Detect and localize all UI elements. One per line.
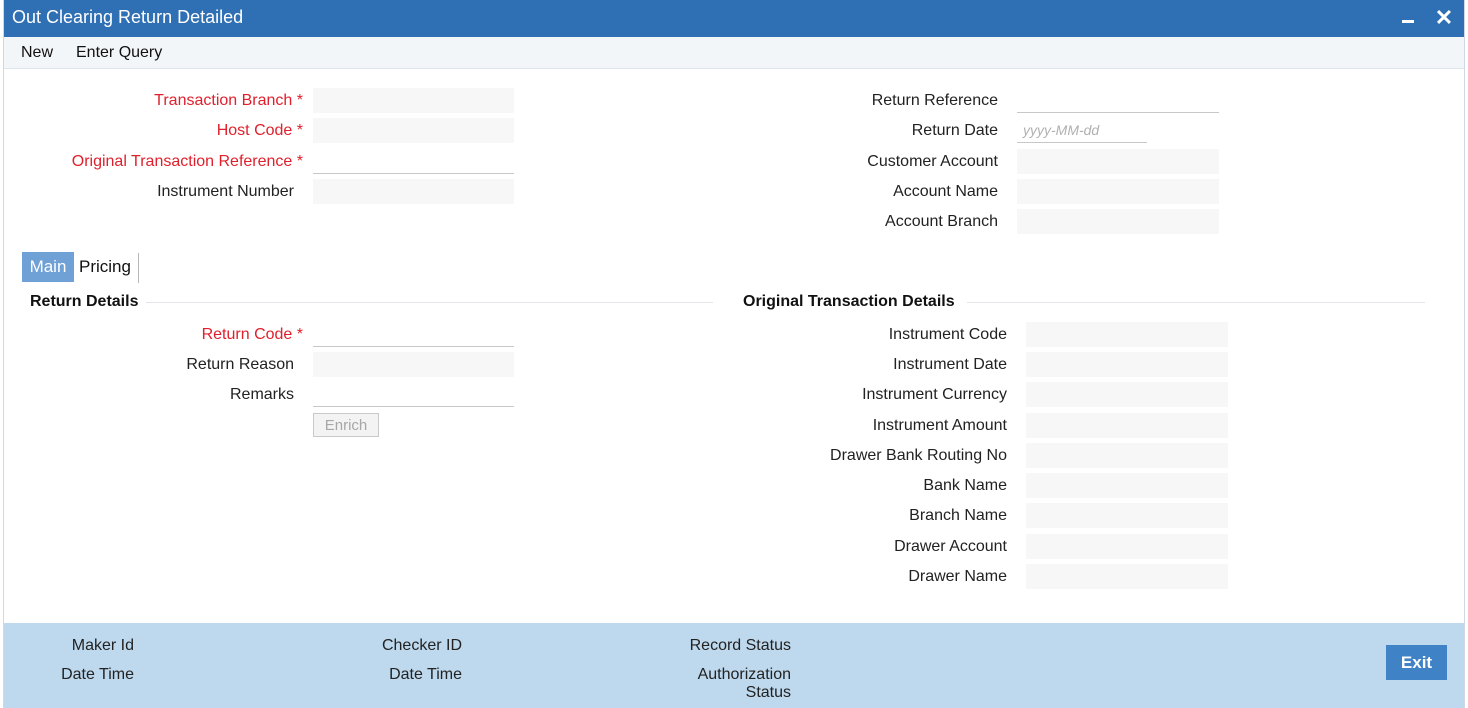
transaction-branch-label: Transaction Branch * <box>154 92 303 109</box>
return-details-divider <box>146 302 713 303</box>
minimize-icon[interactable] <box>1396 5 1420 31</box>
return-reason-label: Return Reason <box>186 356 294 373</box>
instrument-number-label: Instrument Number <box>157 183 294 200</box>
drawer-name-label: Drawer Name <box>908 568 1007 585</box>
checker-date-time-label: Date Time <box>389 666 462 683</box>
instrument-currency-label: Instrument Currency <box>862 386 1007 403</box>
instrument-number-field[interactable] <box>313 179 514 204</box>
authorization-status-label-line2: Status <box>745 684 791 701</box>
return-code-label: Return Code * <box>201 326 303 343</box>
account-name-field[interactable] <box>1017 179 1219 204</box>
customer-account-field[interactable] <box>1017 149 1219 174</box>
remarks-label: Remarks <box>229 386 294 403</box>
return-reason-field[interactable] <box>313 352 514 377</box>
authorization-status-label-line1: Authorization <box>697 666 791 683</box>
audit-footer: Maker Id Date Time Checker ID Date Time … <box>4 623 1464 708</box>
instrument-currency-field[interactable] <box>1026 382 1228 407</box>
instrument-amount-label: Instrument Amount <box>872 417 1007 434</box>
return-date-label: Return Date <box>911 122 998 139</box>
remarks-field[interactable] <box>313 382 514 407</box>
main-window: Out Clearing Return Detailed ✕ New Enter… <box>3 0 1465 708</box>
host-code-field[interactable] <box>313 118 514 143</box>
account-branch-field[interactable] <box>1017 209 1219 234</box>
host-code-label: Host Code * <box>216 122 303 139</box>
exit-button[interactable]: Exit <box>1386 645 1447 680</box>
instrument-amount-field[interactable] <box>1026 413 1228 438</box>
record-status-label: Record Status <box>689 637 791 654</box>
return-reference-field[interactable] <box>1017 88 1219 113</box>
close-icon[interactable]: ✕ <box>1432 5 1456 31</box>
customer-account-label: Customer Account <box>867 153 998 170</box>
menu-new[interactable]: New <box>21 44 53 62</box>
menu-enter-query[interactable]: Enter Query <box>76 44 162 62</box>
drawer-name-field[interactable] <box>1026 564 1228 589</box>
instrument-date-label: Instrument Date <box>893 356 1007 373</box>
original-transaction-details-title: Original Transaction Details <box>743 293 955 310</box>
branch-name-field[interactable] <box>1026 503 1228 528</box>
instrument-code-field[interactable] <box>1026 322 1228 347</box>
drawer-bank-routing-no-label: Drawer Bank Routing No <box>830 447 1007 464</box>
bank-name-field[interactable] <box>1026 473 1228 498</box>
tab-main[interactable]: Main <box>22 252 74 282</box>
instrument-code-label: Instrument Code <box>888 326 1007 343</box>
original-transaction-details-divider <box>967 302 1425 303</box>
enrich-button[interactable]: Enrich <box>313 413 379 437</box>
menu-bar: New Enter Query <box>4 37 1464 69</box>
drawer-account-field[interactable] <box>1026 534 1228 559</box>
tab-divider <box>138 253 139 283</box>
return-details-title: Return Details <box>30 293 139 310</box>
return-code-field[interactable] <box>313 322 514 347</box>
instrument-date-field[interactable] <box>1026 352 1228 377</box>
original-transaction-reference-field[interactable] <box>313 149 514 174</box>
window-title: Out Clearing Return Detailed <box>12 7 244 27</box>
checker-id-label: Checker ID <box>381 637 462 654</box>
maker-id-label: Maker Id <box>71 637 134 654</box>
branch-name-label: Branch Name <box>909 507 1007 524</box>
return-date-field[interactable]: yyyy-MM-dd <box>1017 118 1147 143</box>
title-bar: Out Clearing Return Detailed ✕ <box>4 0 1464 37</box>
drawer-bank-routing-no-field[interactable] <box>1026 443 1228 468</box>
account-branch-label: Account Branch <box>885 213 998 230</box>
tab-pricing[interactable]: Pricing <box>79 252 139 282</box>
original-transaction-reference-label: Original Transaction Reference * <box>71 153 303 170</box>
bank-name-label: Bank Name <box>923 477 1007 494</box>
maker-date-time-label: Date Time <box>61 666 134 683</box>
drawer-account-label: Drawer Account <box>894 538 1007 555</box>
return-reference-label: Return Reference <box>871 92 998 109</box>
transaction-branch-field[interactable] <box>313 88 514 113</box>
account-name-label: Account Name <box>893 183 998 200</box>
